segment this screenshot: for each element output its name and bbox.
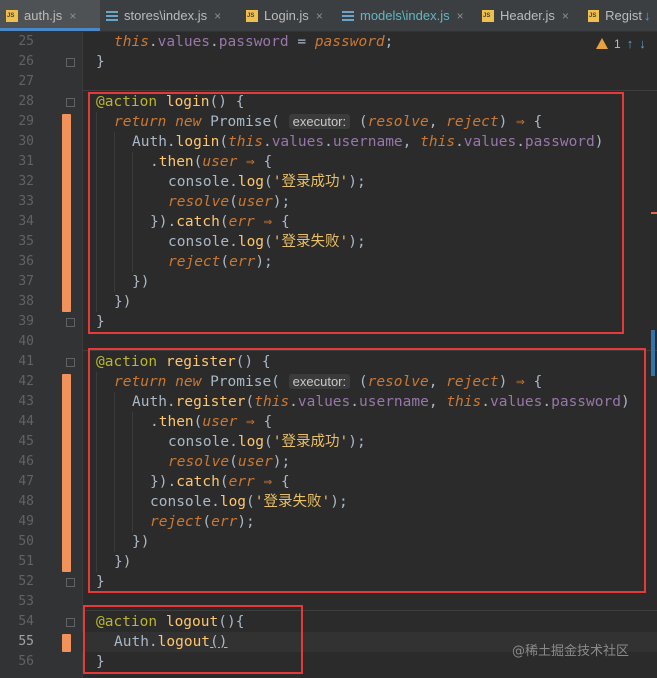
- line-number: 34: [18, 214, 34, 229]
- line-number: 50: [18, 534, 34, 549]
- js-file-icon: [588, 9, 600, 22]
- line-number: 27: [18, 74, 34, 89]
- js-file-icon: [6, 9, 18, 22]
- tab-models-index-js[interactable]: models\index.js ×: [336, 0, 476, 31]
- line-number: 47: [18, 474, 34, 489]
- tab-label: auth.js: [24, 8, 63, 23]
- code-line: this.values.password = password;: [114, 34, 394, 50]
- js-file-icon: [246, 9, 258, 22]
- warning-count: 1: [614, 36, 621, 51]
- highlight-box-login: [88, 92, 624, 334]
- line-number: 36: [18, 254, 34, 269]
- tab-label: Header.js: [500, 8, 555, 23]
- line-number: 38: [18, 294, 34, 309]
- fold-icon[interactable]: [66, 578, 75, 587]
- vcs-change-marker[interactable]: [62, 114, 71, 312]
- highlight-box-register: [88, 348, 646, 593]
- tab-label: stores\index.js: [124, 8, 208, 23]
- tab-auth-js[interactable]: auth.js ×: [0, 0, 100, 31]
- vcs-change-marker[interactable]: [62, 374, 71, 572]
- tab-stores-index-js[interactable]: stores\index.js ×: [100, 0, 240, 31]
- line-number: 40: [18, 334, 34, 349]
- close-icon[interactable]: ×: [457, 9, 464, 23]
- fold-icon[interactable]: [66, 358, 75, 367]
- scrollbar-marker[interactable]: [651, 212, 657, 214]
- code-line: }: [96, 54, 105, 70]
- line-number: 49: [18, 514, 34, 529]
- line-number: 51: [18, 554, 34, 569]
- highlight-box-logout: [83, 605, 303, 674]
- line-number: 31: [18, 154, 34, 169]
- line-number: 39: [18, 314, 34, 329]
- line-number: 25: [18, 34, 34, 49]
- line-number: 43: [18, 394, 34, 409]
- line-number: 53: [18, 594, 34, 609]
- tab-overflow-arrow[interactable]: ↓: [644, 0, 657, 31]
- arrow-down-icon[interactable]: ↓: [639, 36, 646, 51]
- tab-label: Login.js: [264, 8, 309, 23]
- fold-icon[interactable]: [66, 58, 75, 67]
- line-number: 33: [18, 194, 34, 209]
- line-number: 35: [18, 234, 34, 249]
- scrollbar-marker[interactable]: [651, 330, 655, 376]
- tab-label: Regist: [605, 8, 642, 23]
- arrow-up-icon[interactable]: ↑: [627, 36, 634, 51]
- line-number: 44: [18, 414, 34, 429]
- line-number: 46: [18, 454, 34, 469]
- js-file-icon: [482, 9, 494, 22]
- line-number: 30: [18, 134, 34, 149]
- line-number: 48: [18, 494, 34, 509]
- tab-header-js[interactable]: Header.js ×: [476, 0, 582, 31]
- watermark: @稀土掘金技术社区: [512, 644, 630, 659]
- editor-gutter: 25 26 27 28 29 30 31 32 33 34 35 36 37 3…: [0, 31, 83, 678]
- line-number: 41: [18, 354, 34, 369]
- line-number: 26: [18, 54, 34, 69]
- close-icon[interactable]: ×: [69, 9, 76, 23]
- close-icon[interactable]: ×: [214, 9, 221, 23]
- line-number: 52: [18, 574, 34, 589]
- close-icon[interactable]: ×: [316, 9, 323, 23]
- line-number: 56: [18, 654, 34, 669]
- close-icon[interactable]: ×: [562, 9, 569, 23]
- inspection-widget[interactable]: 1 ↑ ↓: [596, 36, 646, 51]
- editor-tab-bar: auth.js × stores\index.js × Login.js × m…: [0, 0, 657, 32]
- line-number: 29: [18, 114, 34, 129]
- line-number: 28: [18, 94, 34, 109]
- vcs-change-marker[interactable]: [62, 634, 71, 652]
- method-separator: [82, 90, 657, 91]
- fold-icon[interactable]: [66, 618, 75, 627]
- line-number: 37: [18, 274, 34, 289]
- warning-icon: [596, 38, 608, 49]
- line-number: 54: [18, 614, 34, 629]
- line-number: 45: [18, 434, 34, 449]
- fold-icon[interactable]: [66, 98, 75, 107]
- module-icon: [342, 9, 354, 22]
- tab-login-js[interactable]: Login.js ×: [240, 0, 336, 31]
- line-number: 32: [18, 174, 34, 189]
- line-number: 42: [18, 374, 34, 389]
- tab-register-js[interactable]: Regist: [582, 0, 642, 31]
- line-number-current: 55: [18, 634, 34, 649]
- fold-icon[interactable]: [66, 318, 75, 327]
- module-icon: [106, 9, 118, 22]
- chevron-down-icon[interactable]: ↓: [644, 8, 651, 23]
- tab-label: models\index.js: [360, 8, 450, 23]
